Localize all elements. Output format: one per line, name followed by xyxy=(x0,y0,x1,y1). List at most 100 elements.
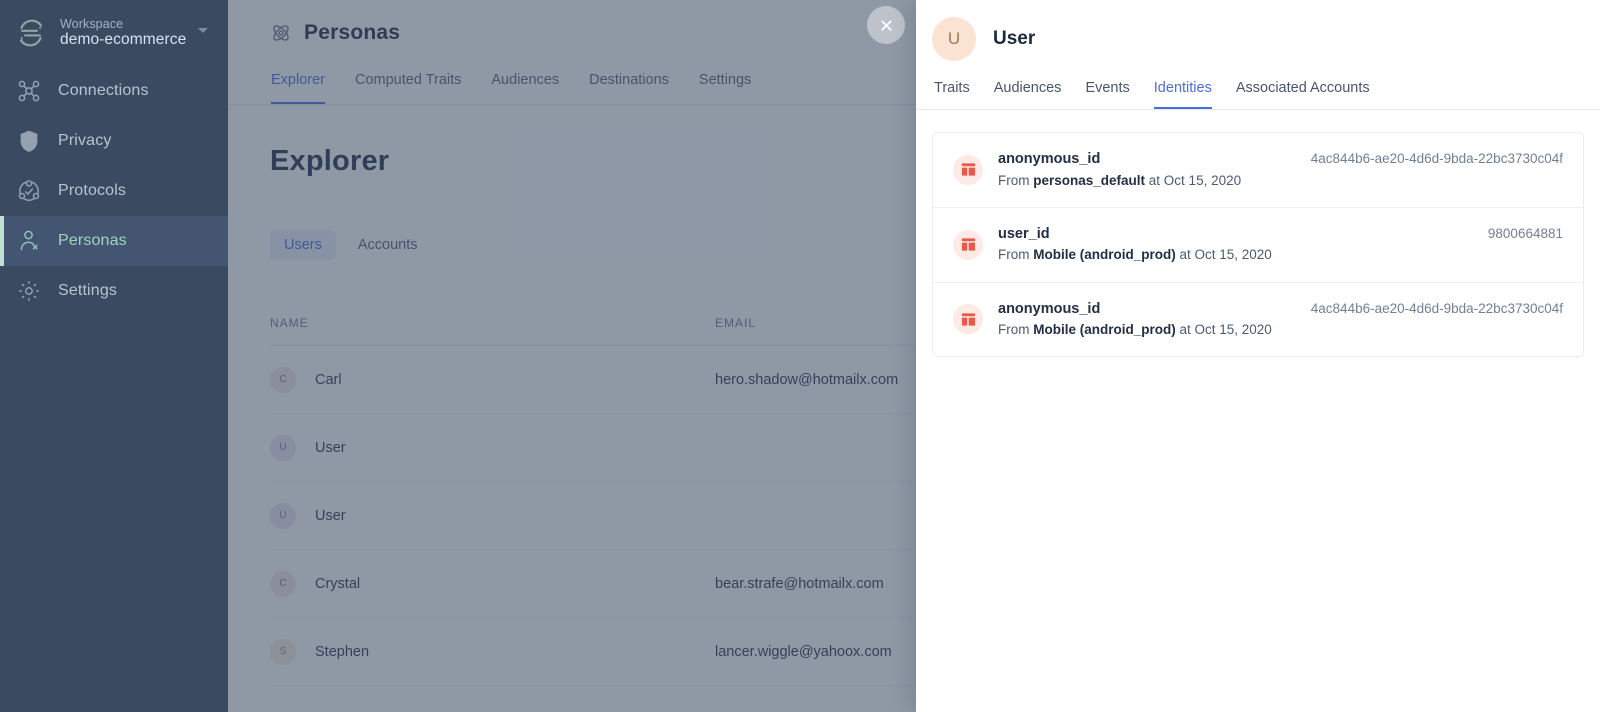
gear-icon xyxy=(16,278,42,304)
row-name-cell: S Stephen xyxy=(270,639,715,665)
tab-computed-traits[interactable]: Computed Traits xyxy=(355,72,461,104)
identity-row[interactable]: anonymous_id From Mobile (android_prod) … xyxy=(933,283,1583,357)
sidebar-item-connections[interactable]: Connections xyxy=(0,66,228,116)
identity-row[interactable]: anonymous_id From personas_default at Oc… xyxy=(933,133,1583,208)
panel-tab-audiences[interactable]: Audiences xyxy=(994,80,1062,109)
row-name-cell: C Carl xyxy=(270,367,715,393)
row-name-cell: C Crystal xyxy=(270,571,715,597)
row-name: User xyxy=(315,440,346,456)
sidebar-item-label: Personas xyxy=(58,232,127,250)
workspace-switcher[interactable]: Workspace demo-ecommerce xyxy=(0,0,228,66)
tab-destinations[interactable]: Destinations xyxy=(589,72,669,104)
sidebar-item-label: Privacy xyxy=(58,132,112,150)
users-table: NAME EMAIL C Carl hero.shadow@hotmailx.c… xyxy=(270,300,916,686)
row-email: bear.strafe@hotmailx.com xyxy=(715,576,916,592)
panel-user-name: User xyxy=(993,28,1035,50)
table-row[interactable]: U User xyxy=(270,414,916,482)
chevron-down-icon[interactable] xyxy=(198,28,208,33)
identity-source-line: From Mobile (android_prod) at Oct 15, 20… xyxy=(998,246,1473,264)
identity-key: anonymous_id xyxy=(998,150,1296,170)
row-name-cell: U User xyxy=(270,435,715,461)
main-tabs: Explorer Computed Traits Audiences Desti… xyxy=(270,72,916,104)
identity-source-line: From personas_default at Oct 15, 2020 xyxy=(998,172,1296,190)
workspace-label: Workspace xyxy=(60,17,186,31)
sidebar: Workspace demo-ecommerce Connections xyxy=(0,0,228,712)
sidebar-item-settings[interactable]: Settings xyxy=(0,266,228,316)
avatar: S xyxy=(270,639,296,665)
row-name-cell: U User xyxy=(270,503,715,529)
close-icon xyxy=(879,18,894,33)
identity-from-suffix: at Oct 15, 2020 xyxy=(1176,322,1272,337)
sidebar-item-label: Settings xyxy=(58,282,117,300)
panel-user-row: U User xyxy=(932,14,1600,64)
protocols-icon xyxy=(16,178,42,204)
panel-tab-associated-accounts[interactable]: Associated Accounts xyxy=(1236,80,1370,109)
explorer-heading: Explorer xyxy=(270,145,916,178)
identity-source-line: From Mobile (android_prod) at Oct 15, 20… xyxy=(998,321,1296,339)
sidebar-item-privacy[interactable]: Privacy xyxy=(0,116,228,166)
panel-tab-events[interactable]: Events xyxy=(1085,80,1129,109)
layout-source-icon xyxy=(953,155,983,185)
segment-accounts[interactable]: Accounts xyxy=(344,230,432,260)
main-content: Personas Explorer Computed Traits Audien… xyxy=(228,0,916,712)
identity-panel: U User Traits Audiences Events Identitie… xyxy=(916,0,1600,712)
row-name: Crystal xyxy=(315,576,360,592)
segment-logo-icon xyxy=(14,16,48,50)
identity-texts: anonymous_id From Mobile (android_prod) … xyxy=(998,300,1296,340)
panel-tab-identities[interactable]: Identities xyxy=(1154,80,1212,109)
identity-row[interactable]: user_id From Mobile (android_prod) at Oc… xyxy=(933,208,1583,283)
table-row[interactable]: C Crystal bear.strafe@hotmailx.com xyxy=(270,550,916,618)
identity-source: Mobile (android_prod) xyxy=(1033,322,1176,337)
sidebar-item-protocols[interactable]: Protocols xyxy=(0,166,228,216)
table-row[interactable]: C Carl hero.shadow@hotmailx.com xyxy=(270,346,916,414)
table-header: NAME EMAIL xyxy=(270,300,916,346)
identity-value: 4ac844b6-ae20-4d6d-9bda-22bc3730c04f xyxy=(1311,301,1563,316)
row-email: lancer.wiggle@yahoox.com xyxy=(715,644,916,660)
identity-key: anonymous_id xyxy=(998,300,1296,320)
workspace-name: demo-ecommerce xyxy=(60,31,186,49)
row-name: Stephen xyxy=(315,644,369,660)
explorer-segment-control: Users Accounts xyxy=(270,230,916,260)
identity-key: user_id xyxy=(998,225,1473,245)
shield-icon xyxy=(16,128,42,154)
panel-tab-traits[interactable]: Traits xyxy=(934,80,970,109)
identity-source: personas_default xyxy=(1033,173,1145,188)
row-name: Carl xyxy=(315,372,342,388)
identity-texts: user_id From Mobile (android_prod) at Oc… xyxy=(998,225,1473,265)
table-row[interactable]: U User xyxy=(270,482,916,550)
personas-user-icon xyxy=(16,228,42,254)
tab-audiences[interactable]: Audiences xyxy=(491,72,559,104)
avatar: U xyxy=(270,503,296,529)
panel-tabs: Traits Audiences Events Identities Assoc… xyxy=(932,80,1600,109)
avatar: U xyxy=(932,17,976,61)
sidebar-item-label: Connections xyxy=(58,82,149,100)
segment-users[interactable]: Users xyxy=(270,230,336,260)
identity-source: Mobile (android_prod) xyxy=(1033,247,1176,262)
column-header-email: EMAIL xyxy=(715,316,916,330)
tab-explorer[interactable]: Explorer xyxy=(271,72,325,104)
identity-from-prefix: From xyxy=(998,322,1033,337)
panel-header-divider xyxy=(916,109,1600,110)
identity-from-prefix: From xyxy=(998,247,1033,262)
column-header-name: NAME xyxy=(270,316,715,330)
row-email: hero.shadow@hotmailx.com xyxy=(715,372,916,388)
close-panel-button[interactable] xyxy=(867,6,905,44)
identities-list: anonymous_id From personas_default at Oc… xyxy=(932,132,1584,357)
app-root: Workspace demo-ecommerce Connections xyxy=(0,0,1600,712)
layout-source-icon xyxy=(953,230,983,260)
avatar: U xyxy=(270,435,296,461)
identity-from-suffix: at Oct 15, 2020 xyxy=(1145,173,1241,188)
main-header: Personas Explorer Computed Traits Audien… xyxy=(228,0,916,104)
explorer-body: Explorer Users Accounts NAME EMAIL C Car… xyxy=(228,105,916,686)
workspace-text: Workspace demo-ecommerce xyxy=(60,17,186,49)
identity-value: 4ac844b6-ae20-4d6d-9bda-22bc3730c04f xyxy=(1311,151,1563,166)
connections-icon xyxy=(16,78,42,104)
identity-value: 9800664881 xyxy=(1488,226,1563,241)
table-row[interactable]: S Stephen lancer.wiggle@yahoox.com xyxy=(270,618,916,686)
identity-from-suffix: at Oct 15, 2020 xyxy=(1176,247,1272,262)
sidebar-item-personas[interactable]: Personas xyxy=(0,216,228,266)
sidebar-item-label: Protocols xyxy=(58,182,126,200)
identity-texts: anonymous_id From personas_default at Oc… xyxy=(998,150,1296,190)
identity-from-prefix: From xyxy=(998,173,1033,188)
tab-settings[interactable]: Settings xyxy=(699,72,751,104)
